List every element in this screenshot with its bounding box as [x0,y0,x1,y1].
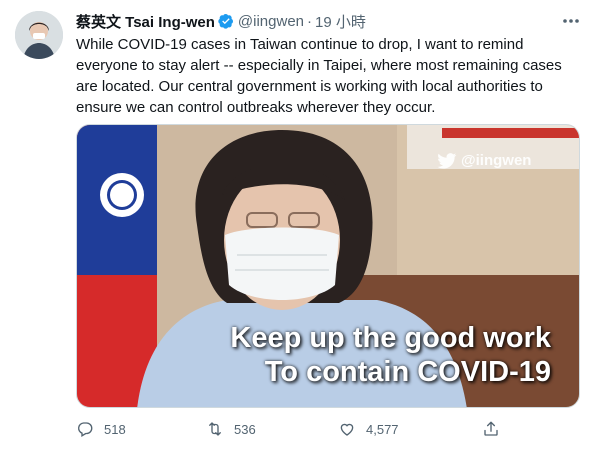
reply-button[interactable]: 518 [76,420,126,438]
twitter-bird-icon [437,152,457,169]
display-name[interactable]: 蔡英文 Tsai Ing-wen [76,11,215,32]
retweet-count: 536 [234,421,256,437]
tweet-text: While COVID-19 cases in Taiwan continue … [76,36,562,116]
caption-line-2: To contain COVID-19 [264,356,551,388]
flag-graphic [77,125,157,407]
media-caption: Keep up the good work To contain COVID-1… [230,321,551,389]
retweet-icon [209,422,221,436]
verified-badge-icon [218,14,233,29]
reply-count: 518 [104,421,126,437]
profile-avatar[interactable] [15,11,63,59]
media-watermark: @iingwen [437,152,531,169]
watermark-text: @iingwen [461,152,532,169]
retweet-button[interactable]: 536 [206,420,256,438]
tweet-media[interactable]: @iingwen Keep up the good work To contai… [76,124,580,408]
like-button[interactable]: 4,577 [338,420,399,438]
caption-line-1: Keep up the good work [230,322,551,354]
tweet-header: 蔡英文 Tsai Ing-wen @iingwen · 19 小時 [76,11,366,31]
tweet-timestamp[interactable]: 19 小時 [315,11,366,32]
share-icon [484,421,498,436]
user-handle[interactable]: @iingwen [238,13,304,30]
more-icon[interactable] [560,12,582,30]
like-count: 4,577 [366,421,399,437]
tweet-actions: 518 536 4,577 [76,420,506,442]
avatar-portrait [15,11,63,59]
reply-icon [78,422,93,437]
share-button[interactable] [482,420,510,438]
like-icon [340,423,354,436]
separator-dot: · [307,12,312,30]
